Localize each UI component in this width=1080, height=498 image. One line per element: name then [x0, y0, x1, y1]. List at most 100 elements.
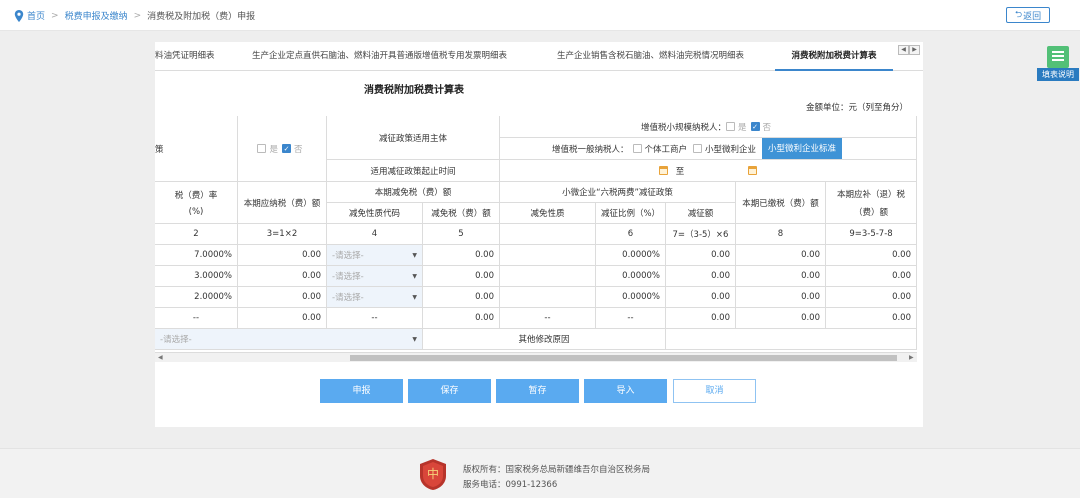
table-cell-refund[interactable]: 0.00 [826, 308, 917, 329]
six-tax-policy-header: 小微企业“六税两费”减征政策 [500, 182, 736, 203]
formula-cell [500, 224, 596, 245]
left-header-fragment: 策 [155, 116, 238, 182]
select-placeholder: -请选择- [332, 251, 364, 261]
tab-fuel-voucher-detail[interactable]: 料油凭证明细表 [155, 42, 215, 71]
small-micro-standard-button[interactable]: 小型微利企业标准 [762, 138, 843, 159]
formula-cell: 4 [327, 224, 423, 245]
table-cell-paid[interactable]: 0.00 [736, 287, 826, 308]
tax-bureau-emblem-icon: 中 [420, 459, 446, 490]
policy-subject-label: 减征政策适用主体 [327, 116, 500, 160]
table-cell-exempt[interactable]: 0.00 [423, 308, 500, 329]
fill-instructions-label: 填表说明 [1037, 68, 1079, 81]
scroll-right-icon[interactable]: ▶ [909, 354, 914, 361]
form-title: 消费税附加税费计算表 [364, 85, 464, 96]
small-micro-label: 小型微利企业 [705, 144, 757, 155]
footer-phone: 服务电话：0991-12366 [463, 480, 558, 490]
scrollbar-thumb[interactable] [350, 355, 897, 361]
caret-down-icon: ▼ [412, 293, 417, 301]
no-label: 否 [294, 144, 303, 155]
table-cell-code[interactable]: -请选择- ▼ [327, 266, 423, 287]
individual-checkbox[interactable] [632, 144, 642, 153]
table-cell-reduce[interactable]: 0.00 [666, 266, 736, 287]
other-reason-select[interactable]: -请选择- ▼ [155, 329, 423, 350]
table-cell-payable[interactable]: 0.00 [238, 266, 327, 287]
scroll-left-icon[interactable]: ◀ [158, 354, 163, 361]
table-cell-exempt[interactable]: 0.00 [423, 287, 500, 308]
footer-copyright: 版权所有：国家税务总局新疆维吾尔自治区税务局 [463, 465, 651, 475]
table-cell-rate: 7.0000% [155, 245, 238, 266]
general-taxpayer-row: 增值税一般纳税人： 个体工商户 小型微利企业 小型微利企业标准 [500, 138, 917, 160]
table-cell-refund[interactable]: 0.00 [826, 266, 917, 287]
declaration-card: 料油凭证明细表 生产企业定点直供石脑油、燃料油开具普通版增值税专用发票明细表 生… [155, 42, 923, 427]
table-cell-refund[interactable]: 0.00 [826, 245, 917, 266]
table-cell-exempt[interactable]: 0.00 [423, 245, 500, 266]
yes-label: 是 [269, 144, 278, 155]
table-cell-refund[interactable]: 0.00 [826, 287, 917, 308]
calendar-icon[interactable] [658, 166, 668, 175]
chevron-right-icon[interactable]: ▶ [909, 45, 920, 55]
paid-header: 本期已缴税（费）额 [736, 182, 826, 224]
table-cell-code[interactable]: -请选择- ▼ [327, 245, 423, 266]
formula-cell: 3=1×2 [238, 224, 327, 245]
table-cell-payable[interactable]: 0.00 [238, 245, 327, 266]
breadcrumb-separator: > [133, 10, 142, 21]
table-cell-payable[interactable]: 0.00 [238, 308, 327, 329]
svg-text:中: 中 [427, 466, 439, 481]
back-button[interactable]: ⮌ 返回 [1006, 7, 1050, 23]
table-cell-rate: 3.0000% [155, 266, 238, 287]
caret-down-icon: ▼ [412, 251, 417, 259]
caret-down-icon: ▼ [412, 335, 417, 343]
to-label: 至 [675, 166, 685, 177]
table-cell-paid[interactable]: 0.00 [736, 266, 826, 287]
breadcrumb-section[interactable]: 税费申报及缴纳 [65, 9, 128, 22]
nature-header: 减免性质 [500, 203, 596, 224]
horizontal-scrollbar[interactable]: ◀ ▶ [155, 352, 917, 362]
caret-down-icon: ▼ [412, 272, 417, 280]
select-placeholder: -请选择- [332, 293, 364, 303]
table-cell-payable[interactable]: 0.00 [238, 287, 327, 308]
small-scale-yes-checkbox[interactable] [725, 122, 735, 131]
small-micro-checkbox[interactable] [693, 144, 703, 153]
table-cell-nature [500, 266, 596, 287]
table-cell-code: -- [327, 308, 423, 329]
yes-checkbox[interactable] [257, 144, 267, 153]
refund-header: 本期应补（退）税 （费）额 [826, 182, 917, 224]
breadcrumb-home[interactable]: 首页 [27, 9, 45, 22]
declare-button[interactable]: 申报 [320, 379, 403, 403]
import-button[interactable]: 导入 [584, 379, 667, 403]
select-placeholder: -请选择- [160, 335, 192, 345]
table-cell-ratio: 0.0000% [596, 287, 666, 308]
return-icon: ⮌ [1014, 10, 1023, 20]
small-scale-row: 增值税小规模纳税人： 是 ✓ 否 [500, 116, 917, 138]
calendar-icon[interactable] [748, 166, 758, 175]
table-cell-code[interactable]: -请选择- ▼ [327, 287, 423, 308]
fill-instructions-widget[interactable]: 填表说明 [1037, 46, 1079, 82]
no-checkbox[interactable]: ✓ [282, 144, 291, 153]
chevron-left-icon[interactable]: ◀ [898, 45, 909, 55]
table-cell-reduce[interactable]: 0.00 [666, 245, 736, 266]
cancel-button[interactable]: 取消 [673, 379, 756, 403]
table-cell-paid[interactable]: 0.00 [736, 308, 826, 329]
ratio-header: 减征比例（%） [596, 203, 666, 224]
tab-tax-paid-detail[interactable]: 生产企业销售含税石脑油、燃料油完税情况明细表 [557, 42, 744, 71]
tab-direct-supply-invoice[interactable]: 生产企业定点直供石脑油、燃料油开具普通版增值税专用发票明细表 [252, 42, 507, 71]
formula-cell: 6 [596, 224, 666, 245]
table-cell-reduce[interactable]: 0.00 [666, 287, 736, 308]
formula-cell: 8 [736, 224, 826, 245]
policy-applicable-choice: 是 ✓ 否 [238, 116, 327, 182]
table-cell-reduce[interactable]: 0.00 [666, 308, 736, 329]
select-placeholder: -请选择- [332, 272, 364, 282]
other-reason-field[interactable] [666, 329, 917, 350]
payable-header: 本期应纳税（费）额 [238, 182, 327, 224]
formula-cell: 5 [423, 224, 500, 245]
individual-label: 个体工商户 [644, 144, 688, 155]
reduce-amount-header: 减征额 [666, 203, 736, 224]
amount-unit: 金额单位：元（列至角分） [805, 103, 908, 113]
save-button[interactable]: 保存 [408, 379, 491, 403]
draft-button[interactable]: 暂存 [496, 379, 579, 403]
table-cell-paid[interactable]: 0.00 [736, 245, 826, 266]
table-cell-exempt[interactable]: 0.00 [423, 266, 500, 287]
small-scale-no-checkbox[interactable]: ✓ [750, 122, 760, 131]
tab-surcharge-calculation[interactable]: 消费税附加税费计算表 [775, 42, 893, 71]
no-label: 否 [762, 122, 772, 133]
